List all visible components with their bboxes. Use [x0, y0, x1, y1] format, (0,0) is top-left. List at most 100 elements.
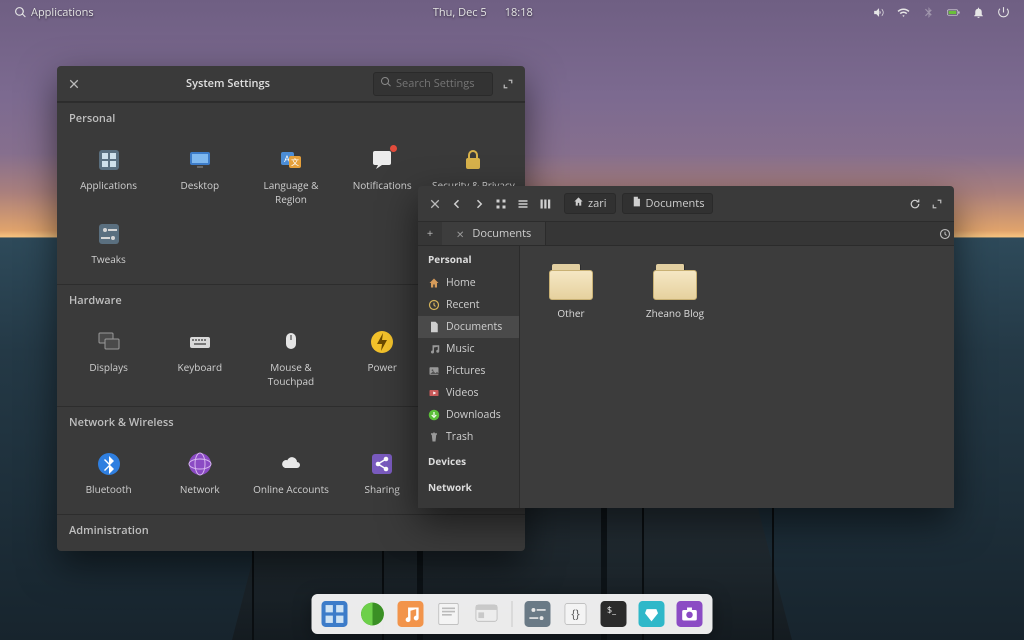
power-icon — [997, 6, 1010, 19]
settings-tweaks[interactable]: Tweaks — [63, 214, 154, 274]
sidebar-pictures[interactable]: Pictures — [418, 360, 519, 382]
dock-files[interactable] — [472, 599, 502, 629]
music-icon — [428, 343, 440, 355]
dock-music[interactable] — [396, 599, 426, 629]
settings-headerbar: System Settings — [57, 66, 525, 102]
folder-zheano-blog[interactable]: Zheano Blog — [640, 264, 710, 320]
search-input[interactable] — [396, 76, 486, 91]
tab-bar: + ✕ Documents — [418, 222, 954, 246]
dock-editor[interactable] — [434, 599, 464, 629]
view-grid-button[interactable] — [492, 195, 510, 213]
tile-label: Notifications — [353, 178, 412, 192]
applications-label: Applications — [31, 5, 94, 20]
wifi-icon — [897, 6, 910, 19]
sound-indicator[interactable] — [866, 6, 891, 19]
svg-text:{}: {} — [571, 607, 580, 622]
top-panel: Applications Thu, Dec 5 18:18 — [0, 0, 1024, 24]
session-indicator[interactable] — [991, 6, 1016, 19]
view-columns-button[interactable] — [536, 195, 554, 213]
settings-displays[interactable]: Displays — [63, 322, 154, 396]
back-button[interactable] — [448, 195, 466, 213]
tile-label: Online Accounts — [253, 482, 329, 496]
files-canvas[interactable]: Other Zheano Blog — [520, 246, 954, 508]
breadcrumb-documents[interactable]: Documents — [622, 193, 714, 214]
download-icon — [428, 409, 440, 421]
sidebar-documents[interactable]: Documents — [418, 316, 519, 338]
settings-mouse[interactable]: Mouse & Touchpad — [245, 322, 336, 396]
bell-icon — [972, 6, 985, 19]
maximize-button[interactable] — [499, 75, 517, 93]
folder-label: Other — [557, 306, 584, 320]
refresh-button[interactable] — [906, 195, 924, 213]
dock: {} $_ — [312, 594, 713, 634]
sidebar-videos[interactable]: Videos — [418, 382, 519, 404]
sidebar-item-label: Pictures — [446, 364, 485, 378]
settings-bluetooth[interactable]: Bluetooth — [63, 444, 154, 504]
dock-appcenter[interactable] — [637, 599, 667, 629]
dock-terminal[interactable]: $_ — [599, 599, 629, 629]
close-button[interactable] — [426, 195, 444, 213]
sidebar-music[interactable]: Music — [418, 338, 519, 360]
tile-label: Tweaks — [91, 252, 125, 266]
sidebar-item-label: Documents — [446, 320, 502, 334]
files-headerbar: zari Documents — [418, 186, 954, 222]
settings-desktop[interactable]: Desktop — [154, 140, 245, 214]
folder-label: Zheano Blog — [646, 306, 704, 320]
sidebar-item-label: Downloads — [446, 408, 501, 422]
applications-menu[interactable]: Applications — [8, 5, 100, 20]
breadcrumb-home[interactable]: zari — [564, 193, 616, 214]
sidebar-downloads[interactable]: Downloads — [418, 404, 519, 426]
tile-label: Keyboard — [177, 360, 222, 374]
battery-indicator[interactable] — [941, 6, 966, 19]
svg-text:文: 文 — [291, 157, 299, 168]
folder-icon — [549, 264, 593, 300]
home-icon — [573, 196, 584, 211]
battery-icon — [947, 6, 960, 19]
document-icon — [428, 321, 440, 333]
maximize-button[interactable] — [928, 195, 946, 213]
settings-notifications[interactable]: Notifications — [337, 140, 428, 214]
sidebar-section-personal: Personal — [418, 246, 519, 272]
settings-keyboard[interactable]: Keyboard — [154, 322, 245, 396]
sidebar-home[interactable]: Home — [418, 272, 519, 294]
trash-icon — [428, 431, 440, 443]
tile-label: Displays — [89, 360, 128, 374]
settings-sharing[interactable]: Sharing — [337, 444, 428, 504]
dock-separator — [512, 601, 513, 627]
new-tab-button[interactable]: + — [418, 226, 442, 241]
home-icon — [428, 277, 440, 289]
tab-documents[interactable]: ✕ Documents — [442, 222, 546, 245]
tab-close-icon[interactable]: ✕ — [456, 227, 464, 241]
videos-icon — [428, 387, 440, 399]
sidebar-item-label: Home — [446, 276, 476, 290]
settings-network[interactable]: Network — [154, 444, 245, 504]
settings-power[interactable]: Power — [337, 322, 428, 396]
search-icon — [14, 6, 27, 19]
sidebar-recent[interactable]: Recent — [418, 294, 519, 316]
sidebar-trash[interactable]: Trash — [418, 426, 519, 448]
dock-browser[interactable] — [358, 599, 388, 629]
clock[interactable]: Thu, Dec 5 18:18 — [427, 5, 539, 20]
tile-label: Language & Region — [247, 178, 334, 206]
panel-time: 18:18 — [505, 5, 533, 20]
close-button[interactable] — [65, 75, 83, 93]
forward-button[interactable] — [470, 195, 488, 213]
bluetooth-indicator[interactable] — [916, 6, 941, 19]
tile-label: Power — [367, 360, 396, 374]
dock-multitasking[interactable] — [320, 599, 350, 629]
settings-online-accounts[interactable]: Online Accounts — [245, 444, 336, 504]
search-field[interactable] — [373, 72, 493, 96]
settings-applications[interactable]: Applications — [63, 140, 154, 214]
dock-settings[interactable] — [523, 599, 553, 629]
clock-icon — [428, 299, 440, 311]
folder-other[interactable]: Other — [536, 264, 606, 320]
sidebar-item-label: Trash — [446, 430, 473, 444]
network-indicator[interactable] — [891, 6, 916, 19]
view-list-button[interactable] — [514, 195, 532, 213]
dock-screenshot[interactable] — [675, 599, 705, 629]
sidebar-section-network: Network — [418, 474, 519, 500]
notifications-indicator[interactable] — [966, 6, 991, 19]
history-button[interactable] — [936, 225, 954, 243]
dock-code[interactable]: {} — [561, 599, 591, 629]
settings-language[interactable]: A文Language & Region — [245, 140, 336, 214]
